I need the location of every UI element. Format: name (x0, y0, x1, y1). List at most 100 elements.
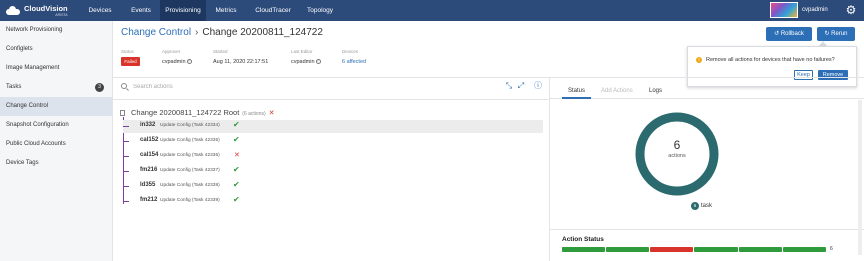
info-circle-icon[interactable]: ⓘ (534, 82, 542, 90)
sidebar-item-snapshot-configuration[interactable]: Snapshot Configuration (0, 116, 112, 135)
sidebar-item-image-management[interactable]: Image Management (0, 59, 112, 78)
stage-icon (120, 110, 125, 116)
tree-device-name: fm216 (140, 167, 158, 173)
nav-tab-metrics[interactable]: Metrics (206, 0, 246, 21)
progress-segment-success (782, 247, 826, 252)
remove-button[interactable]: Remove (818, 70, 848, 80)
tab-add-actions[interactable]: Add Actions (601, 88, 633, 94)
header-divider (113, 77, 864, 78)
legend-count-badge: 6 (691, 202, 699, 210)
approver-label: Approver (162, 49, 181, 54)
tree-branch (123, 126, 129, 127)
search-input[interactable] (133, 81, 493, 93)
tree-branch (123, 201, 129, 202)
tree-device-name: fm212 (140, 197, 158, 203)
sidebar-item-change-control[interactable]: Change Control (0, 97, 112, 116)
user-name[interactable]: cvpadmin (802, 0, 828, 21)
nav-tab-devices[interactable]: Devices (78, 0, 122, 21)
tree-branch (123, 186, 129, 187)
gear-icon[interactable]: ⚙ (845, 4, 857, 16)
tree-row[interactable]: fm212 Update Config (Task 42339) ✔ (123, 195, 543, 208)
collapse-icon[interactable]: ⤡ (505, 82, 513, 90)
active-tab-indicator (562, 97, 591, 99)
tree-row[interactable]: cal152 Update Config (Task 42335) ✔ (123, 135, 543, 148)
expand-icon[interactable]: ⤢ (517, 82, 525, 90)
tabs-divider (550, 98, 864, 99)
tree-row[interactable]: fm216 Update Config (Task 42337) ✔ (123, 165, 543, 178)
devices-affected-link[interactable]: 6 affected (342, 59, 366, 65)
breadcrumb: Change Control › Change 20200811_124722 (121, 27, 323, 38)
donut-value: 6 (673, 138, 681, 152)
tree-root-label: Change 20200811_124722 Root (131, 108, 240, 117)
keep-button[interactable]: Keep (794, 70, 813, 80)
success-check-icon: ✔ (233, 120, 240, 129)
tree-action-desc: Update Config (Task 42339) (160, 198, 220, 203)
progress-segment-success (738, 247, 782, 252)
right-panel-scrollbar[interactable] (858, 100, 862, 255)
tree-row[interactable]: ld355 Update Config (Task 42338) ✔ (123, 180, 543, 193)
sidebar-item-label: Tasks (6, 84, 22, 90)
search-box (121, 81, 501, 93)
started-value: Aug 11, 2020 22:17:51 (213, 59, 269, 65)
last-editor-label: Last Editor (291, 49, 313, 54)
tab-logs[interactable]: Logs (649, 88, 662, 94)
tab-status[interactable]: Status (568, 88, 585, 94)
rerun-label: Rerun (831, 31, 848, 37)
success-check-icon: ✔ (233, 195, 240, 204)
cloud-logo-icon (6, 6, 20, 15)
panel-divider (549, 77, 550, 261)
sidebar: Network Provisioning Configlets Image Ma… (0, 21, 113, 261)
tree-device-name: cal154 (140, 152, 159, 158)
approver-value: cvpadmin i (162, 59, 192, 65)
tree-device-name: cal152 (140, 137, 159, 143)
remove-actions-popover: ! Remove all actions for devices that ha… (687, 46, 857, 87)
rollback-icon: ↺ (774, 31, 781, 37)
action-status-divider (550, 229, 864, 230)
tree-row[interactable]: in332 Update Config (Task 42334) ✔ (123, 120, 543, 133)
logo-subtext: ARISTA (55, 12, 68, 17)
sidebar-item-public-cloud-accounts[interactable]: Public Cloud Accounts (0, 135, 112, 154)
donut-label: actions (668, 153, 686, 159)
sidebar-item-configlets[interactable]: Configlets (0, 40, 112, 59)
logo-text: CloudVision (24, 3, 68, 13)
tree-action-desc: Update Config (Task 42334) (160, 123, 220, 128)
tree-root[interactable]: Change 20200811_124722 Root (6 actions) ✕ (131, 108, 275, 117)
status-label: Status (121, 49, 134, 54)
nav-tab-events[interactable]: Events (122, 0, 160, 21)
sidebar-item-device-tags[interactable]: Device Tags (0, 154, 112, 173)
status-badge: Failed (121, 57, 140, 66)
rollback-button[interactable]: ↺ Rollback (766, 27, 812, 41)
action-status-bar (562, 247, 827, 252)
sidebar-item-tasks[interactable]: Tasks 3 (0, 78, 112, 97)
progress-segment-failed (650, 247, 694, 252)
info-icon[interactable]: i (186, 59, 192, 65)
tree-root-count: (6 actions) (242, 111, 266, 117)
action-status-count: 6 (830, 246, 833, 252)
breadcrumb-change-control-link[interactable]: Change Control (121, 27, 191, 38)
tree-device-name: in332 (140, 122, 156, 128)
success-check-icon: ✔ (233, 180, 240, 189)
tree-row[interactable]: cal154 Update Config (Task 42336) ✕ (123, 150, 543, 163)
tree-device-name: ld355 (140, 182, 156, 188)
sidebar-item-network-provisioning[interactable]: Network Provisioning (0, 21, 112, 40)
info-icon[interactable]: i (315, 59, 321, 65)
tree-action-desc: Update Config (Task 42336) (160, 153, 220, 158)
progress-segment-success (606, 247, 650, 252)
failed-x-icon: ✕ (234, 152, 240, 159)
warning-icon: ! (696, 57, 702, 63)
search-icon (121, 83, 127, 89)
rollback-label: Rollback (780, 31, 804, 37)
nav-tab-provisioning[interactable]: Provisioning (160, 0, 206, 21)
cloudvision-logo[interactable]: CloudVision ARISTA (6, 3, 68, 18)
breadcrumb-separator: › (195, 27, 199, 38)
tree-action-desc: Update Config (Task 42337) (160, 168, 220, 173)
rerun-button[interactable]: ↻ Rerun (817, 27, 855, 41)
nav-tab-topology[interactable]: Topology (300, 0, 340, 21)
started-label: Started (213, 49, 228, 54)
last-editor-name: cvpadmin (291, 59, 315, 65)
page-title: Change 20200811_124722 (202, 27, 323, 38)
user-avatar-icon[interactable] (770, 2, 798, 18)
nav-tab-cloudtracer[interactable]: CloudTracer (246, 0, 300, 21)
tasks-count-badge: 3 (95, 83, 104, 92)
action-status-title: Action Status (562, 236, 604, 243)
